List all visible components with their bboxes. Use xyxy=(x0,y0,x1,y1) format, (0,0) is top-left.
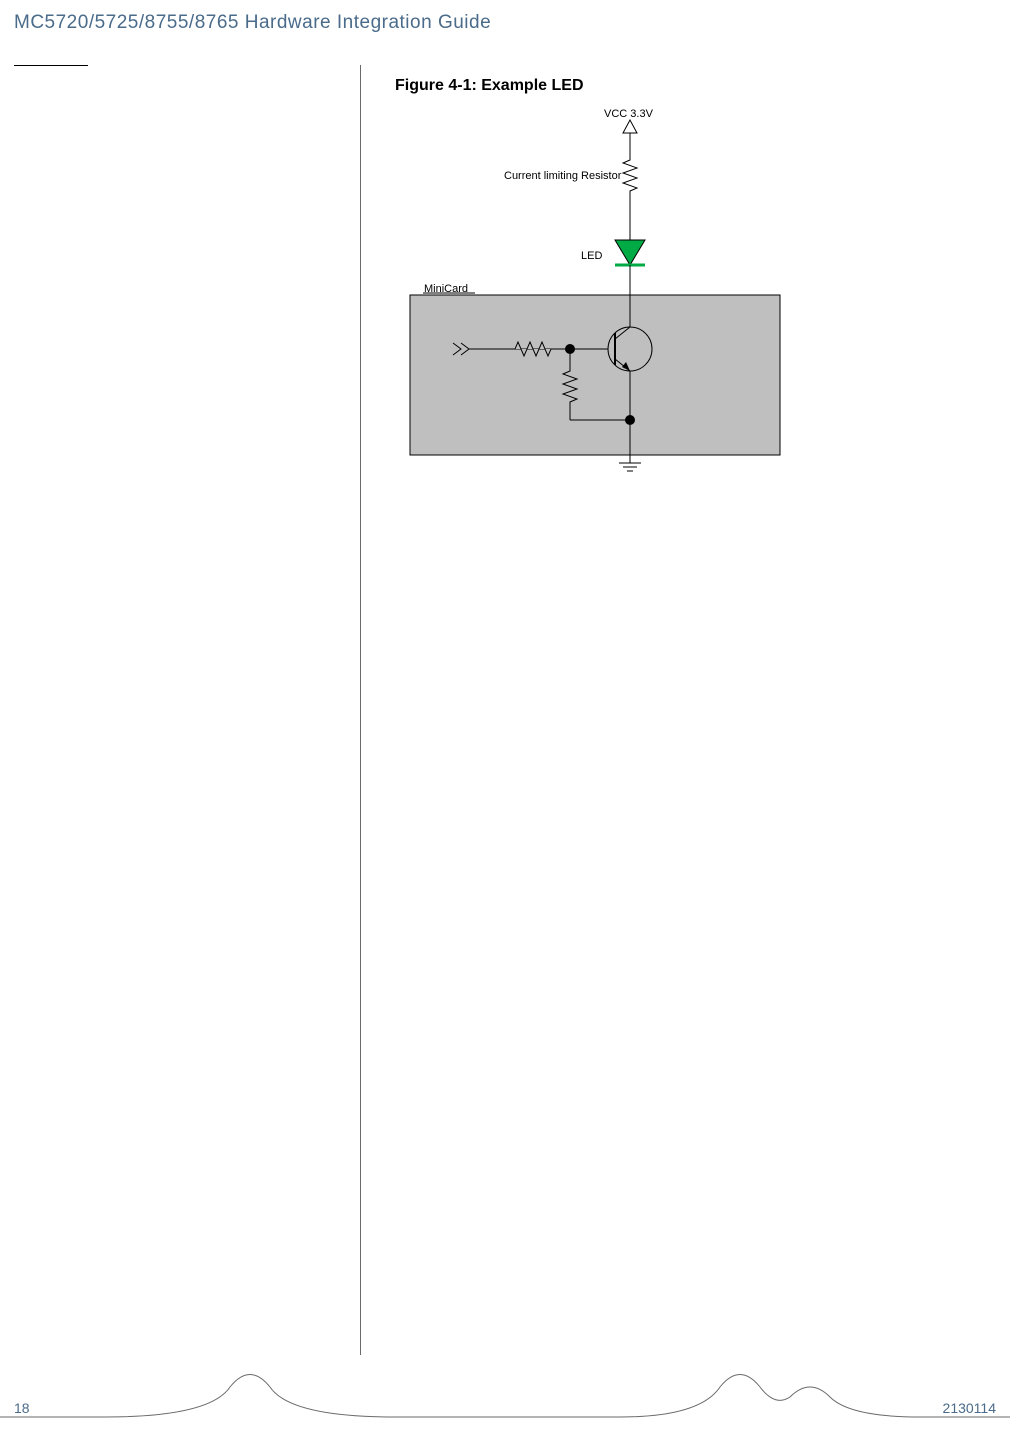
page-header: MC5720/5725/8755/8765 Hardware Integrati… xyxy=(14,12,491,34)
page-number: 18 xyxy=(14,1400,30,1416)
circuit-diagram xyxy=(405,105,875,475)
document-number: 2130114 xyxy=(943,1400,996,1416)
header-underline xyxy=(14,65,88,66)
footer-wave-icon xyxy=(0,1367,1010,1437)
figure-caption: Figure 4-1: Example LED xyxy=(395,77,584,95)
content-divider xyxy=(360,65,361,1355)
